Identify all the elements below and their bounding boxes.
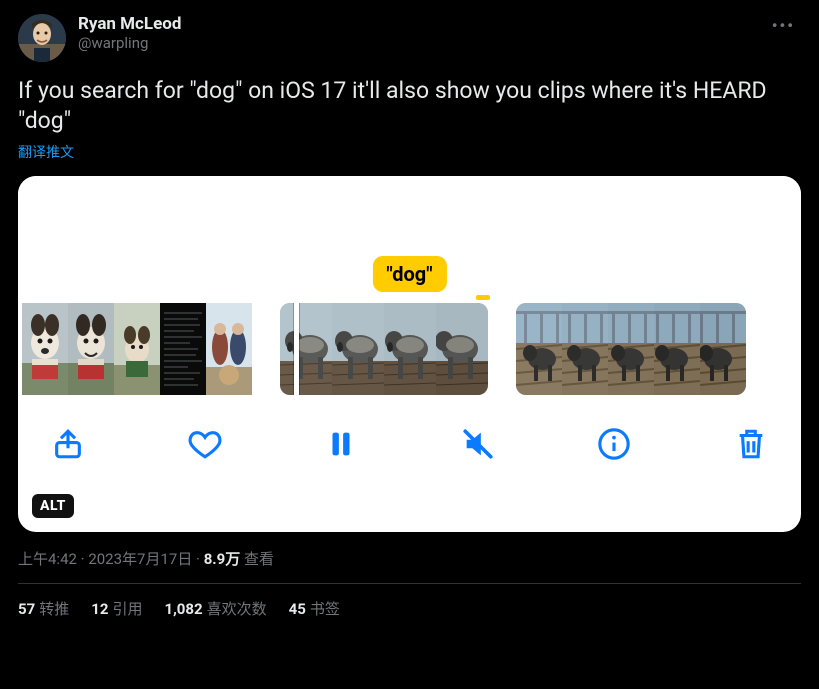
divider bbox=[18, 583, 801, 584]
search-chip: "dog" bbox=[372, 256, 446, 292]
speaker-mute-icon[interactable] bbox=[456, 422, 500, 466]
timeline-clip[interactable] bbox=[22, 303, 252, 395]
share-icon[interactable] bbox=[46, 422, 90, 466]
timeline-frame bbox=[700, 303, 746, 395]
media-whitespace: "dog" bbox=[18, 176, 801, 300]
author-name: Ryan McLeod bbox=[78, 14, 181, 34]
timeline-frame bbox=[68, 303, 114, 395]
avatar[interactable] bbox=[18, 14, 66, 62]
tweet-text: If you search for "dog" on iOS 17 it'll … bbox=[18, 76, 801, 136]
timeline-clip[interactable] bbox=[280, 303, 488, 395]
timeline-frame bbox=[608, 303, 654, 395]
views-count: 8.9万 bbox=[204, 550, 241, 568]
timeline-frame bbox=[206, 303, 252, 395]
timeline-frame bbox=[332, 303, 384, 395]
views-label: 查看 bbox=[240, 550, 274, 568]
timeline-frame bbox=[160, 303, 206, 395]
heart-icon[interactable] bbox=[183, 422, 227, 466]
timeline-frame bbox=[516, 303, 562, 395]
video-timeline[interactable] bbox=[18, 300, 801, 398]
timeline-frame bbox=[384, 303, 436, 395]
playhead[interactable] bbox=[294, 303, 299, 395]
tweet-stats: 57转推 12引用 1,082喜欢次数 45书签 bbox=[18, 598, 801, 619]
stat-quotes[interactable]: 12引用 bbox=[91, 598, 142, 619]
more-button[interactable]: ••• bbox=[766, 14, 801, 37]
media-toolbar bbox=[18, 398, 801, 490]
author-block[interactable]: Ryan McLeod @warpling bbox=[78, 14, 181, 52]
chip-tick-marker bbox=[476, 295, 490, 300]
author-handle: @warpling bbox=[78, 34, 181, 52]
trash-icon[interactable] bbox=[729, 422, 773, 466]
timeline-frame bbox=[114, 303, 160, 395]
tweet-date[interactable]: 2023年7月17日 bbox=[88, 550, 192, 568]
timeline-clip[interactable] bbox=[516, 303, 746, 395]
timeline-frame bbox=[654, 303, 700, 395]
info-icon[interactable] bbox=[592, 422, 636, 466]
alt-badge[interactable]: ALT bbox=[32, 494, 74, 518]
stat-retweets[interactable]: 57转推 bbox=[18, 598, 69, 619]
timeline-frame bbox=[280, 303, 332, 395]
timeline-frame bbox=[22, 303, 68, 395]
tweet-header: Ryan McLeod @warpling ••• bbox=[18, 14, 801, 62]
tweet-meta: 上午4:42 · 2023年7月17日 · 8.9万 查看 bbox=[18, 548, 801, 569]
translate-link[interactable]: 翻译推文 bbox=[18, 142, 801, 162]
tweet-container: Ryan McLeod @warpling ••• If you search … bbox=[0, 0, 819, 619]
tweet-time[interactable]: 上午4:42 bbox=[18, 550, 77, 568]
stat-likes[interactable]: 1,082喜欢次数 bbox=[164, 598, 266, 619]
media-card[interactable]: "dog" bbox=[18, 176, 801, 532]
stat-bookmarks[interactable]: 45书签 bbox=[289, 598, 340, 619]
timeline-frame bbox=[436, 303, 488, 395]
timeline-frame bbox=[562, 303, 608, 395]
pause-icon[interactable] bbox=[319, 422, 363, 466]
